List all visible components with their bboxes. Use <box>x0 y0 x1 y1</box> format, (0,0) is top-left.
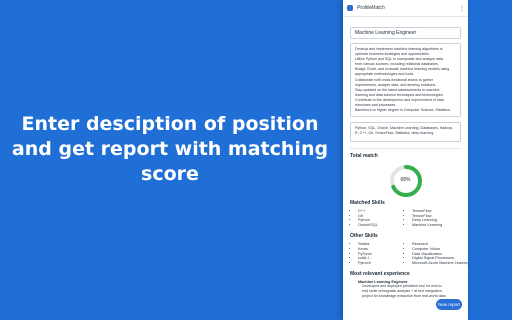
experience-line: project for knowledge extraction from re… <box>362 293 446 298</box>
other-skill-item: Microsoft Azure Machine Learning <box>412 261 468 266</box>
matched-skills-col-2: TensorFlow TensorFlow Deep Learning Mach… <box>404 209 458 227</box>
description-line: Bachelor's or higher degree in Computer … <box>355 108 451 113</box>
experience-item-text: Developed and deployed predictive tool f… <box>350 284 461 298</box>
other-skill-item: Pytorch <box>358 261 404 266</box>
match-gauge: 68% <box>387 162 425 200</box>
matched-skills-col-1: C++ Git Python Oracle/SQL <box>350 209 404 227</box>
divider <box>350 148 461 149</box>
skills-line: R, C++, Git, TensorFlow, Statistics, dee… <box>355 131 434 136</box>
match-percentage: 68% <box>400 177 411 183</box>
promo-line-3: score <box>141 163 199 185</box>
other-skills-list: Statics Keras PyTorch scikit-l... Pytorc… <box>350 242 468 266</box>
other-skills-title: Other Skills <box>350 233 378 240</box>
matched-skills-title: Matched Skills <box>350 200 385 206</box>
other-skills-col-1: Statics Keras PyTorch scikit-l... Pytorc… <box>350 242 404 265</box>
experience-title: Most relevant experience <box>350 271 410 278</box>
app-name: ProfileMatch <box>357 5 385 11</box>
panel-content: Machine Learning Engineer Develop and im… <box>343 17 468 298</box>
promo-headline: Enter desciption of position and get rep… <box>0 112 340 187</box>
job-title-input[interactable]: Machine Learning Engineer <box>350 27 461 39</box>
app-logo-icon <box>347 5 353 11</box>
matched-skill-item: Machine Learning <box>412 223 458 228</box>
other-skills-col-2: Research Computer Vision Data Visualizat… <box>404 242 468 266</box>
panel-titlebar: ProfileMatch ⋮ <box>343 0 468 17</box>
new-report-button[interactable]: New report <box>436 299 462 310</box>
extension-panel: ProfileMatch ⋮ Machine Learning Engineer… <box>343 0 468 320</box>
total-match-title: Total match <box>350 153 378 159</box>
matched-skills-list: C++ Git Python Oracle/SQL TensorFlow Ten… <box>350 209 461 227</box>
promo-line-1: Enter desciption of position <box>21 113 319 135</box>
more-options-icon[interactable]: ⋮ <box>459 5 465 12</box>
skills-textarea[interactable]: Python, SQL, Oracle, Machine Learning, D… <box>350 122 461 142</box>
matched-skill-item: Oracle/SQL <box>358 223 404 228</box>
job-description-textarea[interactable]: Develop and implement machine learning a… <box>350 43 461 117</box>
promo-line-2: and get report with matching <box>11 138 329 160</box>
